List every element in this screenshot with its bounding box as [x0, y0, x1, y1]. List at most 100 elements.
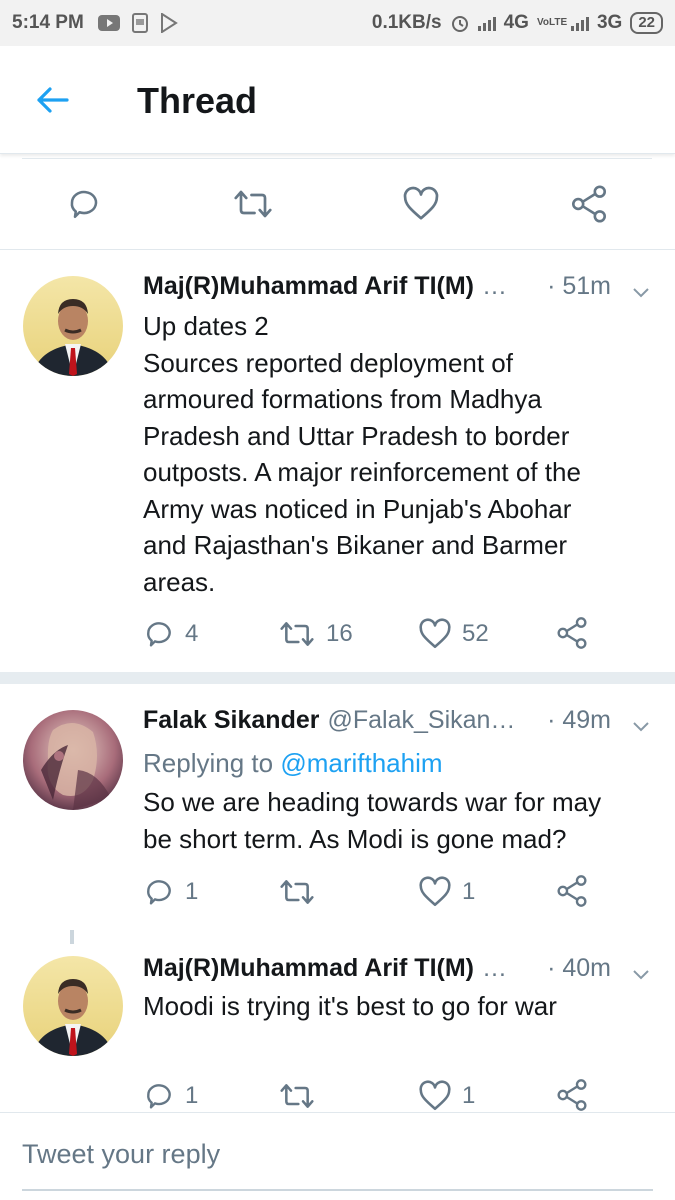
author-handle[interactable]: …: [482, 954, 507, 983]
retweet-icon: [280, 1084, 314, 1108]
replying-to-mention[interactable]: @marifthahim: [280, 748, 442, 778]
chevron-down-icon[interactable]: [631, 968, 651, 982]
chevron-down-icon[interactable]: [631, 286, 651, 300]
reply-composer: [0, 1112, 675, 1200]
tweet-line: be short term. As Modi is gone mad?: [143, 823, 567, 854]
retweet-icon: [280, 880, 314, 904]
tweet[interactable]: Maj(R)Muhammad Arif TI(M) … · 51m Up dat…: [0, 250, 675, 672]
tweet-line: and Rajasthan's Bikaner and Barmer: [143, 530, 568, 560]
tweet-reply-input[interactable]: [22, 1139, 622, 1170]
avatar-image: [23, 710, 123, 810]
network-4g: 4G: [503, 12, 529, 33]
back-arrow-icon: [37, 87, 69, 113]
retweet-button[interactable]: [232, 186, 274, 222]
retweet-icon: [280, 622, 314, 646]
alarm-icon: [451, 16, 468, 32]
like-icon: [419, 618, 451, 649]
like-count: 52: [462, 620, 489, 647]
author-handle[interactable]: @Falak_Sikan…: [327, 706, 515, 735]
like-button[interactable]: 1: [418, 876, 475, 908]
avatar[interactable]: [23, 710, 123, 810]
retweet-icon: [234, 190, 272, 218]
replying-to-label: Replying to: [143, 748, 274, 778]
share-icon: [571, 185, 607, 223]
reply-count: 1: [185, 1082, 199, 1109]
replying-to: Replying to @marifthahim: [143, 748, 443, 779]
signal-icon-2: [570, 15, 589, 31]
tweet-line: Army was noticed in Punjab's Abohar: [143, 493, 572, 524]
net-speed: 0.1KB/s: [371, 12, 442, 33]
tweet-line: Sources reported deployment of: [143, 347, 513, 378]
retweet-button[interactable]: [278, 1080, 316, 1112]
status-bar: 5:14 PM 0.1KB/s 4G VoLTE 3G 22: [0, 0, 675, 46]
avatar[interactable]: [23, 956, 123, 1056]
author-name[interactable]: Maj(R)Muhammad Arif TI(M): [143, 272, 474, 301]
page-title: Thread: [137, 80, 258, 121]
play-store-notification-icon: [160, 13, 178, 33]
like-icon: [419, 1080, 451, 1111]
tweet[interactable]: Maj(R)Muhammad Arif TI(M) … · 40m Moodi …: [0, 930, 675, 1112]
avatar[interactable]: [23, 276, 123, 376]
tweet-header: Maj(R)Muhammad Arif TI(M) … · 51m: [143, 272, 655, 301]
share-button[interactable]: [556, 616, 588, 650]
tweet-line: So we are heading towards war for may: [143, 787, 602, 817]
tweet-line: Moodi is trying it's best to go for war: [143, 991, 557, 1021]
like-button[interactable]: [402, 186, 440, 222]
reply-button[interactable]: 1: [143, 876, 198, 908]
reply-button[interactable]: 1: [143, 1080, 198, 1112]
tweet-line: areas.: [143, 566, 216, 597]
reply-button[interactable]: 4: [143, 618, 198, 650]
divider: [22, 158, 652, 159]
retweet-button[interactable]: 16: [278, 618, 353, 650]
like-button[interactable]: 1: [418, 1080, 475, 1112]
tweet[interactable]: Falak Sikander @Falak_Sikan… · 49m Reply…: [0, 684, 675, 924]
reply-button[interactable]: [66, 186, 102, 222]
reply-count: 1: [185, 878, 199, 905]
retweet-count: 16: [326, 620, 353, 647]
signal-icon: [477, 15, 496, 31]
tweet-line: outposts. A major reinforcement of the: [143, 457, 581, 487]
tweet-text: Moodi is trying it's best to go for war: [143, 988, 648, 1025]
tweet-line: Up dates 2: [143, 311, 269, 341]
share-button[interactable]: [556, 1078, 588, 1112]
reply-icon: [147, 1084, 171, 1109]
reply-icon: [147, 622, 171, 647]
status-time: 5:14 PM: [12, 12, 84, 33]
image-notification-icon: [131, 13, 148, 33]
like-count: 1: [462, 878, 476, 905]
network-3g: 3G: [596, 12, 623, 33]
app-header: Thread: [0, 46, 675, 154]
like-count: 1: [462, 1082, 476, 1109]
main-tweet-actions: [0, 180, 675, 232]
author-name[interactable]: Falak Sikander: [143, 706, 319, 735]
share-icon: [557, 617, 587, 649]
author-handle[interactable]: …: [482, 272, 507, 301]
tweet-line: armoured formations from Madhya: [143, 384, 542, 414]
share-button[interactable]: [570, 184, 608, 224]
like-icon: [419, 876, 451, 907]
battery-indicator: 22: [630, 12, 663, 34]
share-icon: [557, 1079, 587, 1111]
volte-label: VoLTE: [536, 17, 568, 28]
tweet-line: Pradesh and Uttar Pradesh to border: [143, 420, 570, 451]
tweet-header: Falak Sikander @Falak_Sikan… · 49m: [143, 706, 655, 735]
tweet-header: Maj(R)Muhammad Arif TI(M) … · 40m: [143, 954, 655, 983]
avatar-image: [23, 956, 123, 1056]
reply-icon: [70, 190, 98, 219]
like-button[interactable]: 52: [418, 618, 489, 650]
share-icon: [557, 875, 587, 907]
chevron-down-icon[interactable]: [631, 720, 651, 734]
like-icon: [403, 186, 439, 220]
back-button[interactable]: [30, 82, 74, 118]
share-button[interactable]: [556, 874, 588, 908]
avatar-image: [23, 276, 123, 376]
section-divider: [0, 672, 675, 684]
tweet-text: Up dates 2 Sources reported deployment o…: [143, 308, 648, 600]
reply-count: 4: [185, 620, 199, 647]
retweet-button[interactable]: [278, 876, 316, 908]
tweet-text: So we are heading towards war for may be…: [143, 784, 648, 857]
youtube-notification-icon: [97, 15, 120, 31]
reply-underline: [22, 1189, 653, 1191]
author-name[interactable]: Maj(R)Muhammad Arif TI(M): [143, 954, 474, 983]
reply-icon: [147, 880, 171, 905]
